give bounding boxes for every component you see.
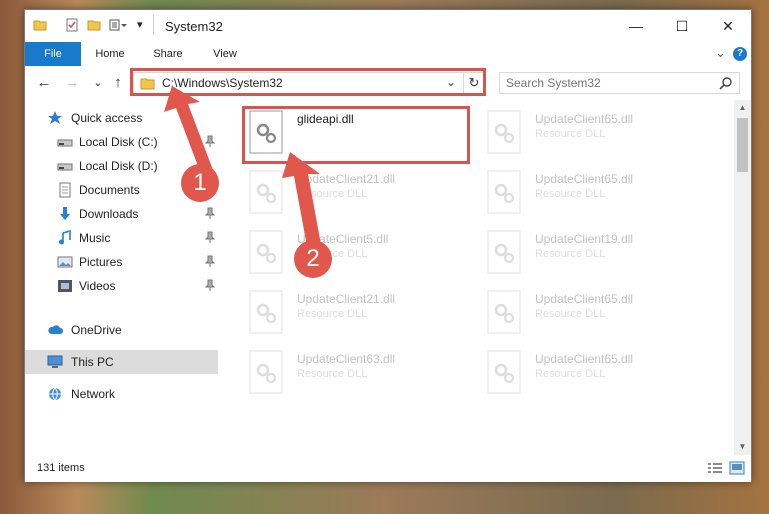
pin-icon[interactable] — [205, 207, 215, 219]
scroll-down-icon[interactable]: ▼ — [734, 439, 751, 455]
file-tile[interactable]: UpdateClient65.dll Resource DLL — [485, 348, 715, 402]
large-icons-view-icon[interactable] — [729, 461, 745, 475]
back-button[interactable]: ← — [35, 73, 53, 93]
file-name: UpdateClient65.dll — [535, 352, 634, 366]
file-type: Resource DLL — [535, 128, 606, 140]
sidebar-label: Quick access — [71, 111, 143, 125]
close-button[interactable]: ✕ — [705, 10, 751, 42]
sidebar-label: Music — [79, 231, 111, 245]
sidebar-item-downloads[interactable]: Downloads — [25, 202, 218, 226]
recent-locations-button[interactable]: ⌄ — [89, 73, 107, 93]
videos-icon — [58, 280, 72, 292]
vertical-scrollbar[interactable]: ▲ ▼ — [734, 100, 751, 455]
sidebar-label: Downloads — [79, 207, 139, 221]
dll-file-icon — [249, 290, 283, 334]
maximize-button[interactable]: ☐ — [659, 10, 705, 42]
search-icon[interactable] — [719, 76, 733, 90]
file-highlight — [242, 106, 470, 164]
window-title: System32 — [165, 19, 223, 34]
dll-file-icon — [487, 350, 521, 394]
dll-file-icon — [249, 230, 283, 274]
dll-file-icon — [487, 290, 521, 334]
file-tile[interactable]: UpdateClient65.dll Resource DLL — [485, 288, 715, 342]
sidebar-label: Videos — [79, 279, 116, 293]
file-type: Resource DLL — [297, 308, 368, 320]
scrollbar-thumb[interactable] — [737, 118, 748, 172]
sidebar-label: Local Disk (D:) — [79, 159, 158, 173]
file-type: Resource DLL — [297, 368, 368, 380]
sidebar-item-pictures[interactable]: Pictures — [25, 250, 218, 274]
file-type: Resource DLL — [535, 248, 606, 260]
music-icon — [59, 230, 71, 245]
title-bar: ▾ System32 — ☐ ✕ — [25, 10, 751, 42]
search-box[interactable] — [499, 72, 740, 94]
up-button[interactable]: ↑ — [109, 73, 127, 93]
sidebar-item-this-pc[interactable]: This PC — [25, 350, 218, 374]
details-view-icon[interactable] — [707, 462, 723, 476]
sidebar-item-network[interactable]: Network — [25, 382, 218, 406]
documents-icon — [59, 182, 71, 198]
new-folder-icon[interactable] — [87, 18, 101, 32]
dll-file-icon — [487, 170, 521, 214]
status-bar: 131 items — [25, 455, 751, 482]
sidebar-item-onedrive[interactable]: OneDrive — [25, 318, 218, 342]
drive-icon — [57, 163, 73, 171]
customize-toolbar-icon[interactable] — [109, 18, 127, 32]
toolbar-dropdown-icon[interactable]: ▾ — [137, 18, 143, 31]
forward-button[interactable]: → — [63, 73, 81, 93]
sidebar-label: Documents — [79, 183, 140, 197]
file-name: UpdateClient65.dll — [535, 292, 634, 306]
search-input[interactable] — [506, 75, 706, 91]
file-type: Resource DLL — [535, 368, 606, 380]
item-count: 131 items — [37, 462, 85, 474]
pictures-icon — [57, 256, 73, 268]
file-name: UpdateClient65.dll — [535, 172, 634, 186]
file-name: UpdateClient63.dll — [297, 352, 396, 366]
dll-file-icon — [249, 350, 283, 394]
step-2-badge: 2 — [294, 240, 332, 278]
computer-icon — [47, 355, 63, 368]
file-name: UpdateClient19.dll — [535, 232, 634, 246]
sidebar-label: Local Disk (C:) — [79, 135, 158, 149]
scroll-up-icon[interactable]: ▲ — [734, 100, 751, 116]
cloud-icon — [48, 325, 63, 334]
ribbon-tabs: File Home Share View ⌄ ? — [25, 42, 751, 67]
minimize-button[interactable]: — — [613, 10, 659, 42]
star-icon — [48, 111, 62, 124]
network-icon — [49, 387, 61, 401]
downloads-icon — [60, 207, 70, 220]
tab-home[interactable]: Home — [87, 42, 133, 66]
properties-icon[interactable] — [65, 18, 79, 32]
sidebar-label: This PC — [71, 355, 114, 369]
file-name: UpdateClient65.dll — [535, 112, 634, 126]
tab-view[interactable]: View — [203, 42, 247, 66]
sidebar-label: Network — [71, 387, 116, 401]
file-tile[interactable]: UpdateClient65.dll Resource DLL — [485, 168, 715, 222]
sidebar-item-videos[interactable]: Videos — [25, 274, 218, 298]
drive-icon — [57, 139, 73, 147]
ribbon-collapse-icon[interactable]: ⌄ — [715, 45, 726, 61]
file-tile[interactable]: UpdateClient65.dll Resource DLL — [485, 108, 715, 162]
pin-icon[interactable] — [205, 255, 215, 267]
tab-share[interactable]: Share — [143, 42, 193, 66]
title-divider — [153, 15, 154, 35]
sidebar-label: Pictures — [79, 255, 123, 269]
dll-file-icon — [487, 110, 521, 154]
tab-file[interactable]: File — [25, 42, 81, 66]
folder-icon — [33, 20, 47, 31]
step-1-badge: 1 — [181, 164, 219, 202]
file-type: Resource DLL — [535, 188, 606, 200]
help-icon[interactable]: ? — [733, 47, 747, 61]
sidebar-item-music[interactable]: Music — [25, 226, 218, 250]
pin-icon[interactable] — [205, 279, 215, 291]
file-tile[interactable]: UpdateClient21.dll Resource DLL — [247, 288, 477, 342]
sidebar-label: OneDrive — [71, 323, 122, 337]
dll-file-icon — [249, 170, 283, 214]
dll-file-icon — [487, 230, 521, 274]
file-tile[interactable]: UpdateClient63.dll Resource DLL — [247, 348, 477, 402]
pin-icon[interactable] — [205, 231, 215, 243]
file-type: Resource DLL — [535, 308, 606, 320]
file-name: UpdateClient21.dll — [297, 292, 396, 306]
file-tile[interactable]: UpdateClient19.dll Resource DLL — [485, 228, 715, 282]
